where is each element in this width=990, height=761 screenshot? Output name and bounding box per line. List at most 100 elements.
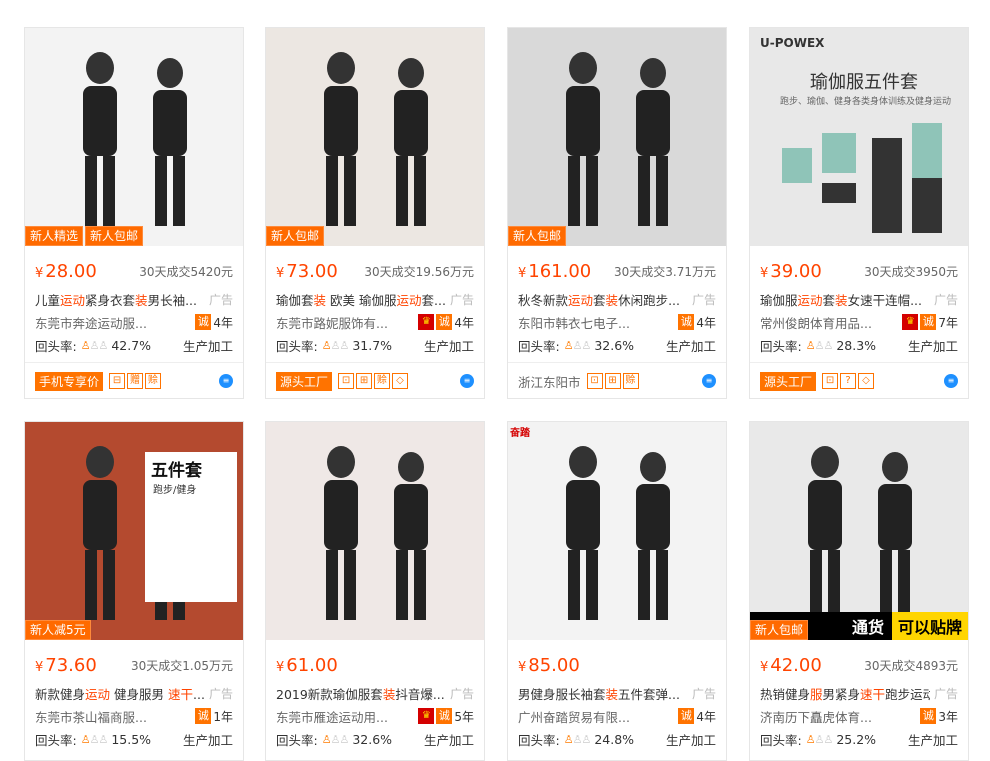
product-photo — [508, 422, 726, 640]
company-name[interactable]: 常州俊朗体育用品... — [760, 313, 890, 332]
price: ¥39.00 — [760, 261, 822, 282]
product-card[interactable]: 新人精选 新人包邮 ¥28.00 30天成交5420元 儿童运动紧身衣套装男长袖... 广… — [24, 27, 244, 399]
product-card[interactable]: 五件套 跑步/健身 新人减5元 ¥73.60 30天成交1.05万元 新款健身运动 健身服… — [24, 421, 244, 761]
product-image[interactable]: 通货 可以贴牌 新人包邮 — [750, 422, 968, 640]
product-image[interactable]: 五件套 跑步/健身 新人减5元 — [25, 422, 243, 640]
years-value: 7年 — [938, 315, 958, 330]
product-image[interactable]: U-POWEX 瑜伽服五件套 跑步、瑜伽、健身各类身体训练及健身运动 — [750, 28, 968, 246]
title-rest: 女速干连帽... — [847, 292, 922, 308]
title-middle: 五件套弹... — [618, 686, 680, 702]
years-value: 4年 — [696, 315, 716, 330]
location: 浙江东阳市 — [518, 374, 581, 390]
rate-value: 32.6% — [352, 731, 393, 747]
product-title[interactable]: 新款健身运动 健身服男 速干... — [35, 684, 205, 703]
brand-logo: U-POWEX — [760, 36, 825, 50]
service-icon[interactable]: ⊡ — [586, 373, 603, 389]
product-image[interactable]: 新人精选 新人包邮 — [25, 28, 243, 246]
company-name[interactable]: 东莞市雁途运动用... — [276, 707, 406, 726]
service-icon[interactable]: ⊞ — [604, 373, 621, 389]
footer-badge[interactable]: 源头工厂 — [760, 371, 817, 391]
business-type: 生产加工 — [182, 732, 233, 748]
integrity-icon: 诚 — [436, 314, 453, 330]
service-icon[interactable]: 赊 — [374, 373, 391, 389]
service-icon[interactable]: 赊 — [145, 373, 162, 389]
title-highlight: 装 — [605, 292, 619, 308]
company-row: 济南历下矗虎体育... 诚 3年 — [750, 704, 968, 728]
company-row: 常州俊朗体育用品... ♛ 诚 7年 — [750, 310, 968, 334]
price-value: 161.00 — [528, 260, 592, 282]
business-type: 生产加工 — [665, 338, 716, 354]
title-middle: 健身服男 — [110, 686, 168, 702]
banner-title: 五件套 — [151, 461, 202, 481]
product-title[interactable]: 瑜伽套装 欧美 瑜伽服运动套... — [276, 290, 446, 309]
product-card[interactable]: U-POWEX 瑜伽服五件套 跑步、瑜伽、健身各类身体训练及健身运动 ¥39.00 30… — [749, 27, 969, 399]
product-image[interactable] — [266, 422, 484, 640]
people-icon: ♙♙♙ — [563, 732, 592, 746]
title-prefix: 2019新款瑜伽服套 — [276, 686, 383, 702]
title-rest: ... — [193, 686, 205, 702]
business-type: 生产加工 — [423, 338, 474, 354]
trust-years: ♛ 诚 4年 — [418, 314, 474, 331]
product-card[interactable]: ¥61.00 2019新款瑜伽服套装抖音爆... 广告 东莞市雁途运动用... ♛ 诚 5年… — [265, 421, 485, 761]
chat-icon[interactable]: ≡ — [219, 374, 233, 388]
company-name[interactable]: 东莞市茶山福商服... — [35, 707, 165, 726]
title-highlight: 装 — [313, 292, 327, 308]
currency-symbol: ¥ — [518, 659, 527, 675]
rate-label: 回头率: — [35, 338, 77, 354]
product-title[interactable]: 秋冬新款运动套装休闲跑步... — [518, 290, 688, 309]
product-card[interactable]: 奋踏 ¥85.00 男健身服长袖套装五件套弹... 广告 广州奋踏贸易有限... 诚 4年回… — [507, 421, 727, 761]
integrity-icon: 诚 — [920, 708, 937, 724]
service-icon[interactable]: ⊡ — [822, 373, 839, 389]
service-icon[interactable]: 赠 — [127, 373, 144, 389]
ad-label: 广告 — [449, 686, 474, 701]
trust-years: ♛ 诚 5年 — [418, 708, 474, 725]
company-name[interactable]: 东阳市韩衣七电子... — [518, 313, 648, 332]
title-middle: 紧身衣套 — [85, 292, 136, 308]
rate-value: 24.8% — [594, 731, 635, 747]
footer-badge[interactable]: 手机专享价 — [35, 371, 104, 391]
service-icon[interactable]: ⊞ — [356, 373, 373, 389]
service-icon[interactable]: 赊 — [622, 373, 639, 389]
company-name[interactable]: 济南历下矗虎体育... — [760, 707, 890, 726]
chat-icon[interactable]: ≡ — [460, 374, 474, 388]
currency-symbol: ¥ — [518, 265, 527, 281]
product-card[interactable]: 新人包邮 ¥73.00 30天成交19.56万元瑜伽套装 欧美 瑜伽服运动套... 广… — [265, 27, 485, 399]
product-image[interactable]: 奋踏 — [508, 422, 726, 640]
product-card[interactable]: 新人包邮 ¥161.00 30天成交3.71万元 秋冬新款运动套装休闲跑步... 广告东… — [507, 27, 727, 399]
product-title[interactable]: 儿童运动紧身衣套装男长袖... — [35, 290, 205, 309]
trust-years: 诚 4年 — [195, 314, 233, 331]
company-name[interactable]: 广州奋踏贸易有限... — [518, 707, 648, 726]
currency-symbol: ¥ — [760, 265, 769, 281]
business-type: 生产加工 — [907, 732, 958, 748]
sales-volume: 30天成交19.56万元 — [364, 264, 474, 279]
product-title[interactable]: 瑜伽服运动套装女速干连帽... — [760, 290, 930, 309]
title-row: 瑜伽服运动套装女速干连帽... 广告 — [750, 288, 968, 310]
card-footer: 源头工厂 ⊡? ◇ ≡ — [750, 362, 968, 399]
price: ¥73.00 — [276, 261, 338, 282]
title-row: 瑜伽套装 欧美 瑜伽服运动套... 广告 — [266, 288, 484, 310]
footer-badge[interactable]: 源头工厂 — [276, 371, 333, 391]
title-highlight: 运动 — [85, 686, 111, 702]
service-icon[interactable]: ⊡ — [338, 373, 355, 389]
product-image[interactable]: 新人包邮 — [266, 28, 484, 246]
product-card[interactable]: 通货 可以贴牌 新人包邮 ¥42.00 30天成交4893元 热销健身服男紧身速干跑步运动… — [749, 421, 969, 761]
integrity-icon: 诚 — [678, 314, 695, 330]
chat-icon[interactable]: ≡ — [702, 374, 716, 388]
title-row: 秋冬新款运动套装休闲跑步... 广告 — [508, 288, 726, 310]
product-title[interactable]: 热销健身服男紧身速干跑步运动套... — [760, 684, 930, 703]
chat-icon[interactable]: ≡ — [944, 374, 958, 388]
service-icon[interactable]: ◇ — [858, 373, 875, 389]
product-image[interactable]: 新人包邮 — [508, 28, 726, 246]
company-row: 东莞市茶山福商服... 诚 1年 — [25, 704, 243, 728]
company-name[interactable]: 东莞市奔途运动服... — [35, 313, 165, 332]
service-icon[interactable]: ? — [840, 373, 857, 389]
service-icon[interactable]: ◇ — [392, 373, 409, 389]
repurchase-row: 回头率: ♙♙♙ 32.6% 生产加工 — [266, 728, 484, 750]
service-icon[interactable]: ⊟ — [109, 373, 126, 389]
title-row: 男健身服长袖套装五件套弹... 广告 — [508, 682, 726, 704]
repurchase-row: 回头率: ♙♙♙ 25.2% 生产加工 — [750, 728, 968, 750]
company-name[interactable]: 东莞市路妮服饰有... — [276, 313, 406, 332]
product-title[interactable]: 男健身服长袖套装五件套弹... — [518, 684, 688, 703]
product-title[interactable]: 2019新款瑜伽服套装抖音爆... — [276, 684, 446, 703]
ad-label: 广告 — [691, 686, 716, 701]
